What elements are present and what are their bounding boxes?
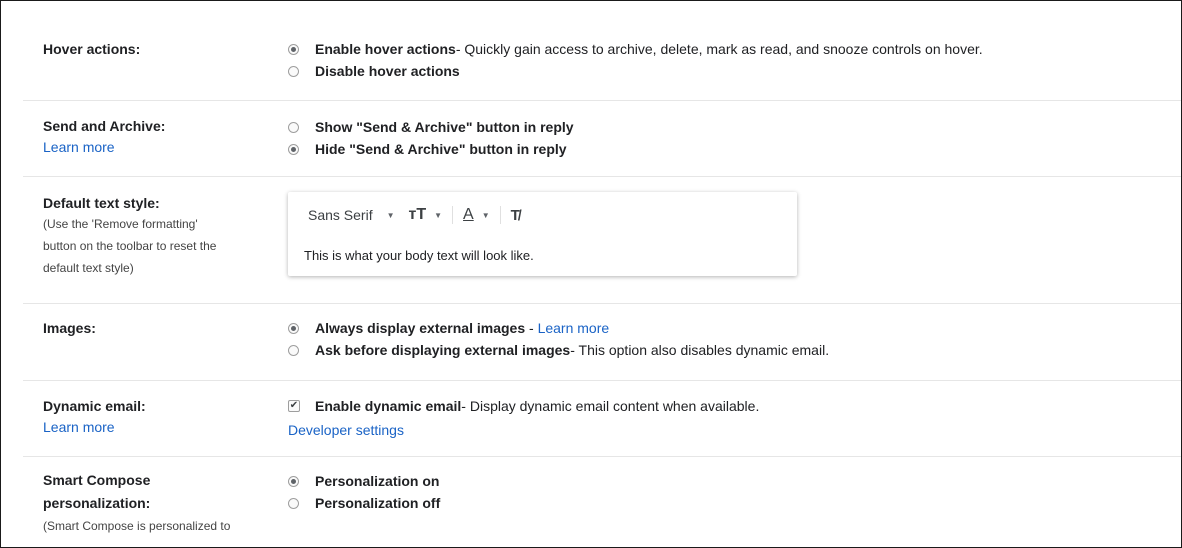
enable-hover-option[interactable]: Enable hover actions - Quickly gain acce… (288, 38, 983, 60)
chevron-down-icon: ▼ (386, 210, 395, 220)
radio-hide-send-archive[interactable] (288, 143, 299, 155)
remove-formatting-button[interactable]: T̸ (511, 207, 520, 224)
chevron-down-icon: ▼ (434, 210, 443, 220)
font-family-dropdown[interactable]: Sans Serif ▼ (308, 207, 395, 223)
text-style-preview-box: Sans Serif ▼ тТ ▼ A ▼ T̸ This is what yo… (288, 192, 797, 276)
smart-compose-title-line-2: personalization: (43, 495, 151, 511)
personalization-off-option[interactable]: Personalization off (288, 492, 440, 514)
hover-actions-title: Hover actions: (43, 41, 141, 57)
smart-compose-title-line-1: Smart Compose (43, 472, 151, 488)
sample-body-text: This is what your body text will look li… (304, 248, 534, 263)
radio-show-send-archive[interactable] (288, 121, 299, 133)
enable-dynamic-email-checkbox[interactable]: ✔ (288, 400, 300, 412)
setting-row-default-text-style: Default text style: (Use the 'Remove for… (23, 176, 1181, 304)
radio-ask-before-images[interactable] (288, 344, 299, 356)
ask-before-images-option[interactable]: Ask before displaying external images - … (288, 339, 829, 361)
text-size-icon: тТ (408, 206, 427, 223)
setting-row-smart-compose: Smart Compose personalization: (Smart Co… (23, 456, 1181, 547)
setting-row-dynamic-email: Dynamic email: Learn more ✔ Enable dynam… (23, 380, 1181, 457)
text-style-note-line-3: default text style) (43, 261, 134, 275)
settings-panel: Hover actions: Enable hover actions - Qu… (0, 0, 1182, 548)
radio-enable-hover[interactable] (288, 43, 299, 55)
hide-send-archive-option[interactable]: Hide "Send & Archive" button in reply (288, 138, 574, 160)
font-size-dropdown[interactable]: тТ ▼ (409, 206, 443, 224)
toolbar-divider (499, 206, 501, 224)
disable-hover-option[interactable]: Disable hover actions (288, 60, 983, 82)
enable-dynamic-email-option[interactable]: ✔ Enable dynamic email - Display dynamic… (288, 395, 759, 417)
formatting-toolbar: Sans Serif ▼ тТ ▼ A ▼ T̸ (308, 206, 520, 224)
chevron-down-icon: ▼ (481, 210, 490, 220)
text-style-title: Default text style: (43, 195, 160, 211)
send-archive-title: Send and Archive: (43, 118, 166, 134)
dynamic-email-title: Dynamic email: (43, 398, 146, 414)
radio-disable-hover[interactable] (288, 65, 299, 77)
radio-always-display-images[interactable] (288, 322, 299, 334)
developer-settings-link[interactable]: Developer settings (288, 419, 759, 441)
radio-personalization-on[interactable] (288, 475, 299, 487)
toolbar-divider (452, 206, 454, 224)
radio-personalization-off[interactable] (288, 497, 299, 509)
images-learn-more-link[interactable]: Learn more (538, 320, 610, 336)
setting-row-images: Images: Always display external images -… (23, 303, 1181, 381)
setting-row-hover-actions: Hover actions: Enable hover actions - Qu… (23, 1, 1181, 101)
show-send-archive-option[interactable]: Show "Send & Archive" button in reply (288, 116, 574, 138)
dynamic-email-learn-more-link[interactable]: Learn more (43, 416, 146, 438)
personalization-on-option[interactable]: Personalization on (288, 470, 440, 492)
text-style-note-line-2: button on the toolbar to reset the (43, 239, 217, 253)
text-color-icon: A (463, 206, 474, 223)
always-display-images-option[interactable]: Always display external images - Learn m… (288, 317, 829, 339)
text-style-note-line-1: (Use the 'Remove formatting' (43, 217, 198, 231)
text-color-dropdown[interactable]: A ▼ (463, 206, 490, 224)
remove-formatting-icon: T̸ (510, 206, 520, 224)
smart-compose-note: (Smart Compose is personalized to (43, 519, 231, 533)
setting-row-send-archive: Send and Archive: Learn more Show "Send … (23, 100, 1181, 177)
images-title: Images: (43, 320, 96, 336)
send-archive-learn-more-link[interactable]: Learn more (43, 136, 165, 158)
